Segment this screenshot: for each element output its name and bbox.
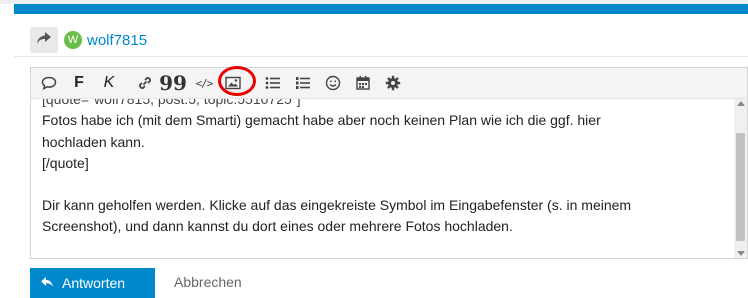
composer-top-bar <box>14 4 748 14</box>
text-line: hochladen kann. <box>42 134 145 150</box>
text-line: Screenshot), und dann kannst du dort ein… <box>42 218 513 234</box>
bold-button[interactable]: F <box>68 72 90 94</box>
smiley-icon <box>325 75 341 91</box>
reply-arrow-icon <box>40 275 54 291</box>
code-icon: </> <box>195 76 214 90</box>
username-link[interactable]: wolf7815 <box>87 32 147 49</box>
editor-scrollbar[interactable] <box>734 99 747 258</box>
link-button[interactable] <box>134 72 156 94</box>
cancel-link[interactable]: Abbrechen <box>174 274 242 290</box>
quote-bubble-button[interactable] <box>38 72 60 94</box>
reply-header: W wolf7815 <box>30 26 147 54</box>
text-line: [/quote] <box>42 155 89 171</box>
avatar-letter: W <box>67 34 79 46</box>
blockquote-button[interactable]: 99 <box>159 71 187 95</box>
speech-bubble-icon <box>41 75 57 91</box>
text-line: Dir kann geholfen werden. Klicke auf das… <box>42 197 632 213</box>
header-divider <box>14 56 748 57</box>
scroll-up-arrow-icon[interactable] <box>737 101 745 106</box>
editor-toolbar: F K 99 </> <box>31 66 747 99</box>
scroll-thumb[interactable] <box>736 133 745 241</box>
text-line: [quote="wolf7815, post:5, topic:5510725"… <box>42 99 301 107</box>
link-icon <box>137 75 153 91</box>
insert-date-button[interactable] <box>352 72 374 94</box>
text-line: Fotos habe ich (mit dem Smarti) gemacht … <box>42 112 601 128</box>
reply-button-label: Antworten <box>62 275 126 291</box>
calendar-icon <box>355 75 371 91</box>
emoji-button[interactable] <box>322 72 344 94</box>
quote-marks-icon: 99 <box>159 71 187 95</box>
reply-textarea[interactable]: [quote="wolf7815, post:5, topic:5510725"… <box>31 99 735 258</box>
italic-button[interactable]: K <box>98 72 120 94</box>
composer-editor: F K 99 </> [quote="wolf7815, post:5, top… <box>30 66 748 259</box>
highlight-circle <box>218 66 256 96</box>
scroll-down-arrow-icon[interactable] <box>737 251 745 256</box>
reply-to-button[interactable] <box>30 27 58 53</box>
options-button[interactable] <box>382 72 404 94</box>
preformatted-text-button[interactable]: </> <box>193 72 215 94</box>
reply-button[interactable]: Antworten <box>30 268 155 298</box>
avatar: W <box>64 31 82 49</box>
numbered-list-icon <box>295 76 311 90</box>
gear-icon <box>385 75 401 91</box>
numbered-list-button[interactable] <box>292 72 314 94</box>
bullet-list-icon <box>265 76 281 90</box>
share-arrow-icon <box>36 31 52 50</box>
bullet-list-button[interactable] <box>262 72 284 94</box>
